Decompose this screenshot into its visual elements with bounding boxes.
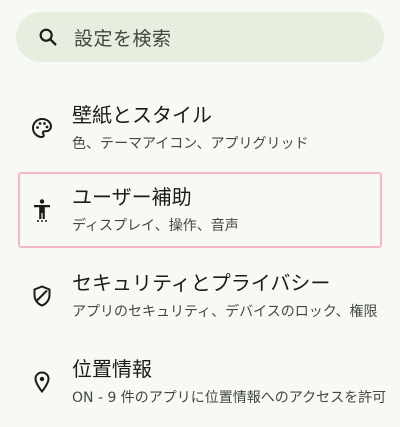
settings-item-accessibility[interactable]: ユーザー補助 ディスプレイ、操作、音声 bbox=[18, 172, 382, 248]
accessibility-icon bbox=[30, 198, 54, 222]
search-placeholder: 設定を検索 bbox=[74, 27, 172, 50]
search-icon bbox=[36, 25, 60, 49]
item-subtitle: 色、テーマアイコン、アプリグリッド bbox=[72, 136, 309, 152]
settings-item-security-privacy[interactable]: セキュリティとプライバシー アプリのセキュリティ、デバイスのロック、権限 bbox=[18, 258, 382, 334]
item-subtitle: ON - 9 件のアプリに位置情報へのアクセスを許可 bbox=[72, 390, 387, 406]
item-title: 壁紙とスタイル bbox=[72, 103, 212, 127]
item-title: ユーザー補助 bbox=[72, 185, 192, 209]
settings-item-wallpaper-style[interactable]: 壁紙とスタイル 色、テーマアイコン、アプリグリッド bbox=[18, 90, 382, 166]
item-title: セキュリティとプライバシー bbox=[72, 271, 331, 295]
shield-icon bbox=[30, 284, 54, 308]
settings-item-location[interactable]: 位置情報 ON - 9 件のアプリに位置情報へのアクセスを許可 bbox=[18, 344, 386, 420]
item-subtitle: ディスプレイ、操作、音声 bbox=[72, 218, 239, 234]
item-subtitle: アプリのセキュリティ、デバイスのロック、権限 bbox=[72, 304, 378, 320]
palette-icon bbox=[30, 116, 54, 140]
search-bar[interactable]: 設定を検索 bbox=[16, 12, 384, 62]
location-pin-icon bbox=[30, 370, 54, 394]
item-title: 位置情報 bbox=[72, 357, 152, 381]
settings-screen: 設定を検索 壁紙とスタイル 色、テーマアイコン、アプリグリッド ユーザー補助 デ… bbox=[0, 0, 400, 427]
